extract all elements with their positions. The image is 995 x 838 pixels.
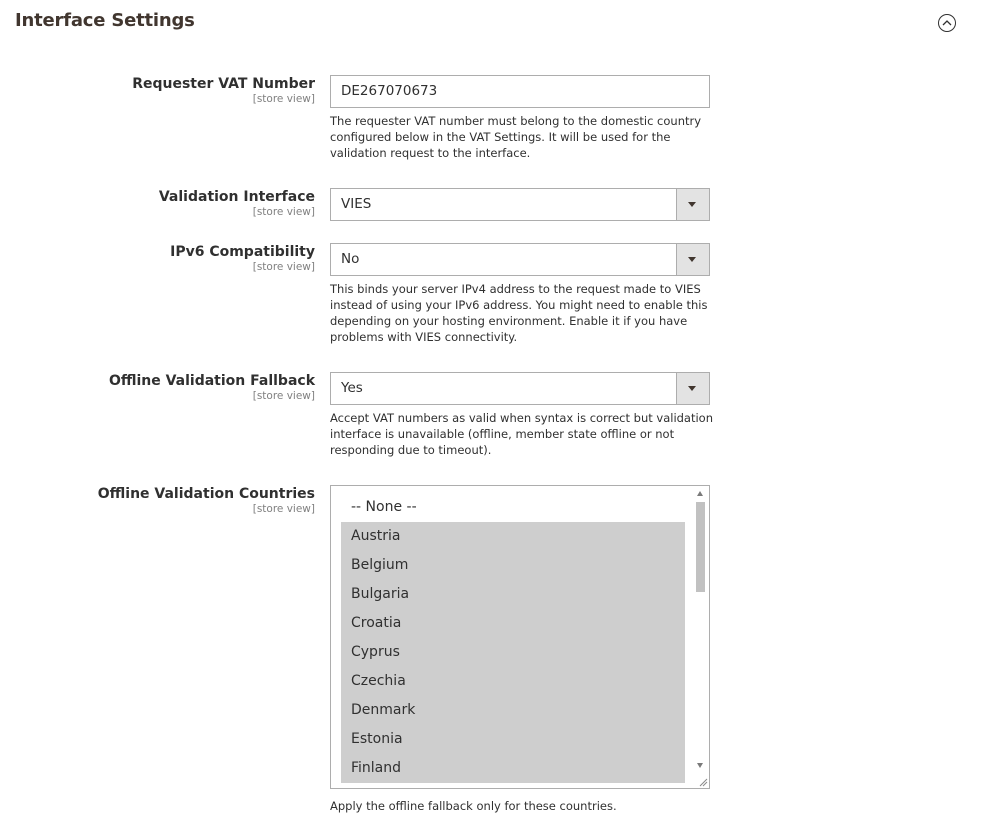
scroll-down-arrow-icon[interactable]: [697, 763, 703, 768]
offline-fallback-scope: [store view]: [252, 390, 315, 402]
ipv6-scope: [store view]: [252, 261, 315, 273]
country-option[interactable]: Belgium: [341, 551, 685, 580]
offline-fallback-select[interactable]: Yes: [330, 372, 710, 405]
offline-fallback-value: Yes: [341, 380, 363, 396]
country-option[interactable]: Denmark: [341, 696, 685, 725]
chevron-down-icon: [688, 257, 696, 262]
requester-vat-input[interactable]: DE267070673: [330, 75, 710, 108]
country-option[interactable]: Finland: [341, 754, 685, 783]
dropdown-arrow-box[interactable]: [676, 373, 709, 404]
scroll-up-arrow-icon[interactable]: [697, 491, 703, 496]
chevron-up-circle-icon[interactable]: [938, 14, 956, 32]
requester-vat-label: Requester VAT Number: [132, 76, 315, 92]
requester-vat-scope: [store view]: [252, 93, 315, 105]
country-option[interactable]: Cyprus: [341, 638, 685, 667]
country-option[interactable]: Czechia: [341, 667, 685, 696]
dropdown-arrow-box[interactable]: [676, 244, 709, 275]
multiselect-scrollbar[interactable]: [693, 486, 709, 788]
country-option[interactable]: Croatia: [341, 609, 685, 638]
chevron-up-icon: [942, 20, 952, 26]
validation-interface-value: VIES: [341, 196, 372, 212]
offline-countries-label: Offline Validation Countries: [97, 486, 315, 502]
section-title[interactable]: Interface Settings: [15, 10, 195, 31]
country-option[interactable]: -- None --: [341, 493, 685, 522]
ipv6-value: No: [341, 251, 360, 267]
ipv6-label: IPv6 Compatibility: [170, 244, 315, 260]
ipv6-select[interactable]: No: [330, 243, 710, 276]
offline-fallback-note: Accept VAT numbers as valid when syntax …: [330, 411, 714, 457]
validation-interface-label: Validation Interface: [158, 189, 315, 205]
validation-interface-scope: [store view]: [252, 206, 315, 218]
validation-interface-select[interactable]: VIES: [330, 188, 710, 221]
offline-countries-scope: [store view]: [252, 503, 315, 515]
offline-fallback-label: Offline Validation Fallback: [108, 373, 315, 389]
offline-countries-note: Apply the offline fallback only for thes…: [330, 799, 617, 813]
country-option[interactable]: Austria: [341, 522, 685, 551]
offline-countries-multiselect[interactable]: -- None -- Austria Belgium Bulgaria Croa…: [330, 485, 710, 789]
interface-settings-page: Interface Settings Requester VAT Number …: [0, 0, 995, 838]
dropdown-arrow-box[interactable]: [676, 189, 709, 220]
country-option[interactable]: Estonia: [341, 725, 685, 754]
resize-grip-icon[interactable]: [699, 778, 708, 787]
chevron-down-icon: [688, 202, 696, 207]
chevron-down-icon: [688, 386, 696, 391]
ipv6-note: This binds your server IPv4 address to t…: [330, 282, 708, 344]
scrollbar-thumb[interactable]: [696, 502, 705, 592]
country-option[interactable]: Bulgaria: [341, 580, 685, 609]
country-option-list: -- None -- Austria Belgium Bulgaria Croa…: [341, 493, 685, 783]
requester-vat-note: The requester VAT number must belong to …: [330, 114, 702, 160]
